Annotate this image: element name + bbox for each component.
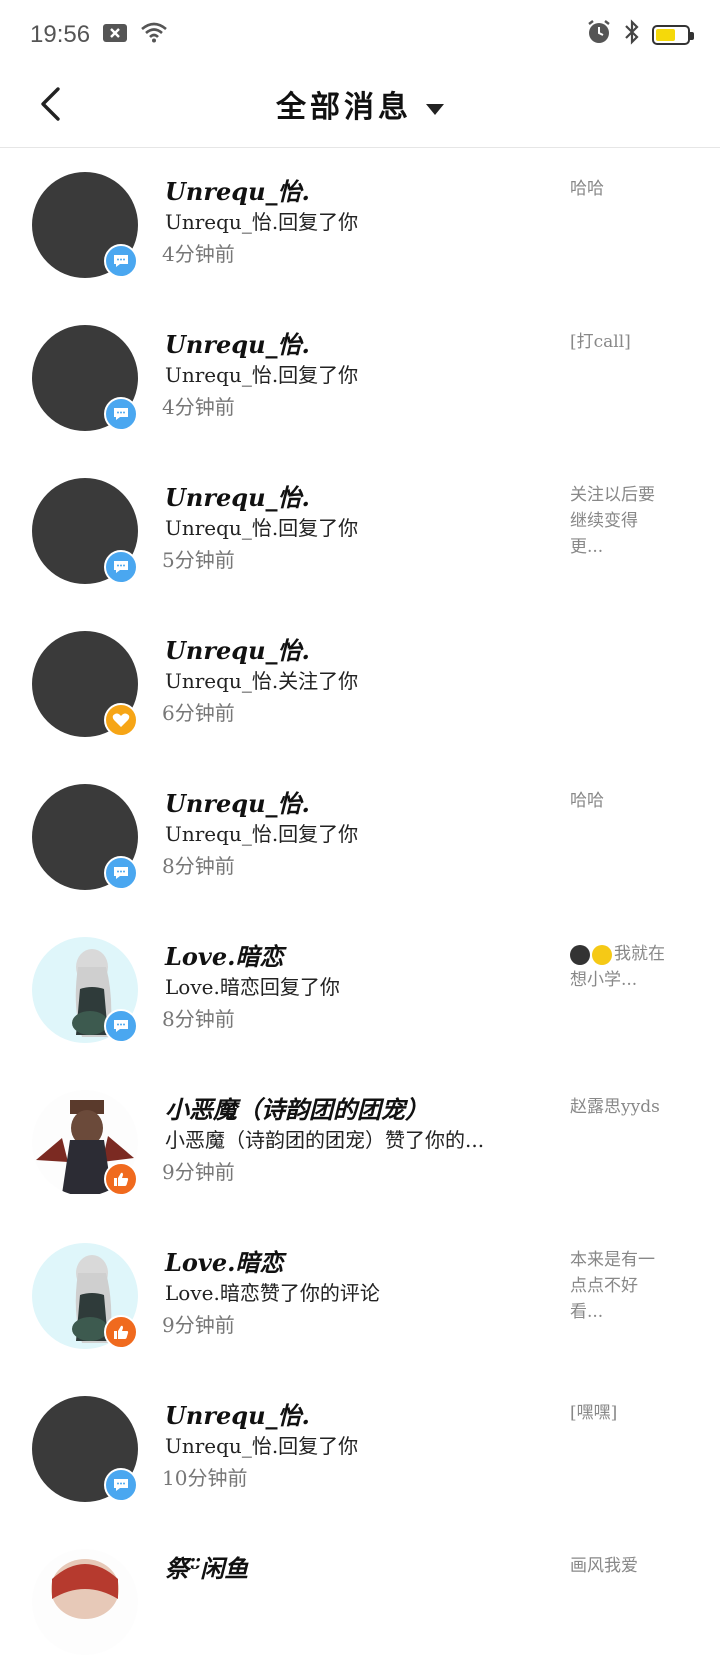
status-left: 19:56	[30, 21, 168, 49]
message-preview[interactable]: 我就在想小学...	[570, 941, 670, 993]
message-time: 4分钟前	[162, 242, 235, 266]
message-preview[interactable]: 哈哈	[570, 788, 670, 814]
message-time: 9分钟前	[162, 1313, 235, 1337]
caret-down-icon	[426, 103, 444, 115]
sender-name[interactable]: 祭ᵕ̈闲鱼	[165, 1549, 248, 1584]
message-time: 8分钟前	[162, 854, 235, 878]
message-preview[interactable]: 哈哈	[570, 176, 670, 202]
sender-name[interactable]: Unrequ_怡.	[165, 1396, 310, 1431]
thumbs-up-badge-icon	[104, 1162, 138, 1196]
alarm-icon	[586, 19, 612, 51]
heart-badge-icon	[104, 703, 138, 737]
list-item[interactable]: Unrequ_怡. Unrequ_怡.回复了你 4分钟前 哈哈	[0, 148, 720, 301]
status-time: 19:56	[30, 21, 91, 48]
message-time: 6分钟前	[162, 701, 235, 725]
title-dropdown[interactable]: 全部消息	[0, 82, 720, 126]
message-time: 4分钟前	[162, 395, 235, 419]
list-item[interactable]: Unrequ_怡. Unrequ_怡.回复了你 10分钟前 [嘿嘿]	[0, 1372, 720, 1525]
message-action: Unrequ_怡.回复了你	[165, 822, 359, 846]
message-preview[interactable]: [打call]	[570, 329, 670, 355]
header: 全部消息	[0, 70, 720, 148]
sender-name[interactable]: Unrequ_怡.	[165, 172, 310, 207]
comment-badge-icon	[104, 550, 138, 584]
smile-emoji-icon	[592, 944, 612, 965]
sender-name[interactable]: Unrequ_怡.	[165, 784, 310, 819]
message-time: 8分钟前	[162, 1007, 235, 1031]
bluetooth-icon	[624, 19, 640, 51]
wifi-icon	[140, 21, 168, 49]
message-time: 5分钟前	[162, 548, 235, 572]
message-preview[interactable]: 关注以后要继续变得更...	[570, 482, 670, 560]
partial-avatar-icon	[51, 1559, 119, 1619]
list-item[interactable]: 小恶魔（诗韵团的团宠） 小恶魔（诗韵团的团宠）赞了你的... 9分钟前 赵露思y…	[0, 1066, 720, 1219]
notification-x-icon	[102, 21, 128, 49]
comment-badge-icon	[104, 1468, 138, 1502]
sender-name[interactable]: Love.暗恋	[165, 1243, 283, 1278]
comment-badge-icon	[104, 244, 138, 278]
message-time: 10分钟前	[162, 1466, 248, 1490]
message-action: 小恶魔（诗韵团的团宠）赞了你的...	[165, 1128, 485, 1152]
comment-badge-icon	[104, 397, 138, 431]
avatar[interactable]	[32, 1549, 138, 1655]
status-right	[586, 19, 694, 51]
message-preview[interactable]: 本来是有一点点不好看...	[570, 1247, 670, 1325]
battery-level	[656, 29, 675, 41]
message-action: Unrequ_怡.关注了你	[165, 669, 359, 693]
sender-name[interactable]: Love.暗恋	[165, 937, 283, 972]
list-item[interactable]: Unrequ_怡. Unrequ_怡.关注了你 6分钟前	[0, 607, 720, 760]
list-item[interactable]: Unrequ_怡. Unrequ_怡.回复了你 5分钟前 关注以后要继续变得更.…	[0, 454, 720, 607]
list-item[interactable]: Unrequ_怡. Unrequ_怡.回复了你 8分钟前 哈哈	[0, 760, 720, 913]
message-action: Unrequ_怡.回复了你	[165, 210, 359, 234]
message-action: Unrequ_怡.回复了你	[165, 1434, 359, 1458]
message-preview[interactable]: 赵露思yyds	[570, 1094, 670, 1120]
message-action: Unrequ_怡.回复了你	[165, 363, 359, 387]
sender-name[interactable]: Unrequ_怡.	[165, 325, 310, 360]
sender-name[interactable]: 小恶魔（诗韵团的团宠）	[165, 1090, 429, 1125]
list-item[interactable]: Love.暗恋 Love.暗恋回复了你 8分钟前 我就在想小学...	[0, 913, 720, 1066]
list-item[interactable]: Unrequ_怡. Unrequ_怡.回复了你 4分钟前 [打call]	[0, 301, 720, 454]
message-preview[interactable]: [嘿嘿]	[570, 1400, 670, 1426]
message-action: Love.暗恋回复了你	[165, 975, 340, 999]
thumbs-up-badge-icon	[104, 1315, 138, 1349]
comment-badge-icon	[104, 856, 138, 890]
sender-name[interactable]: Unrequ_怡.	[165, 631, 310, 666]
page-title: 全部消息	[276, 90, 412, 125]
message-list: Unrequ_怡. Unrequ_怡.回复了你 4分钟前 哈哈 Unrequ_怡…	[0, 148, 720, 1678]
list-item[interactable]: Love.暗恋 Love.暗恋赞了你的评论 9分钟前 本来是有一点点不好看...	[0, 1219, 720, 1372]
status-bar: 19:56	[0, 0, 720, 70]
message-time: 9分钟前	[162, 1160, 235, 1184]
battery-icon	[652, 25, 694, 45]
message-action: Love.暗恋赞了你的评论	[165, 1281, 380, 1305]
list-item[interactable]: 祭ᵕ̈闲鱼 画风我爱	[0, 1525, 720, 1678]
dark-emoji-icon	[570, 944, 590, 965]
sender-name[interactable]: Unrequ_怡.	[165, 478, 310, 513]
comment-badge-icon	[104, 1009, 138, 1043]
message-preview[interactable]: 画风我爱	[570, 1553, 670, 1579]
message-action: Unrequ_怡.回复了你	[165, 516, 359, 540]
